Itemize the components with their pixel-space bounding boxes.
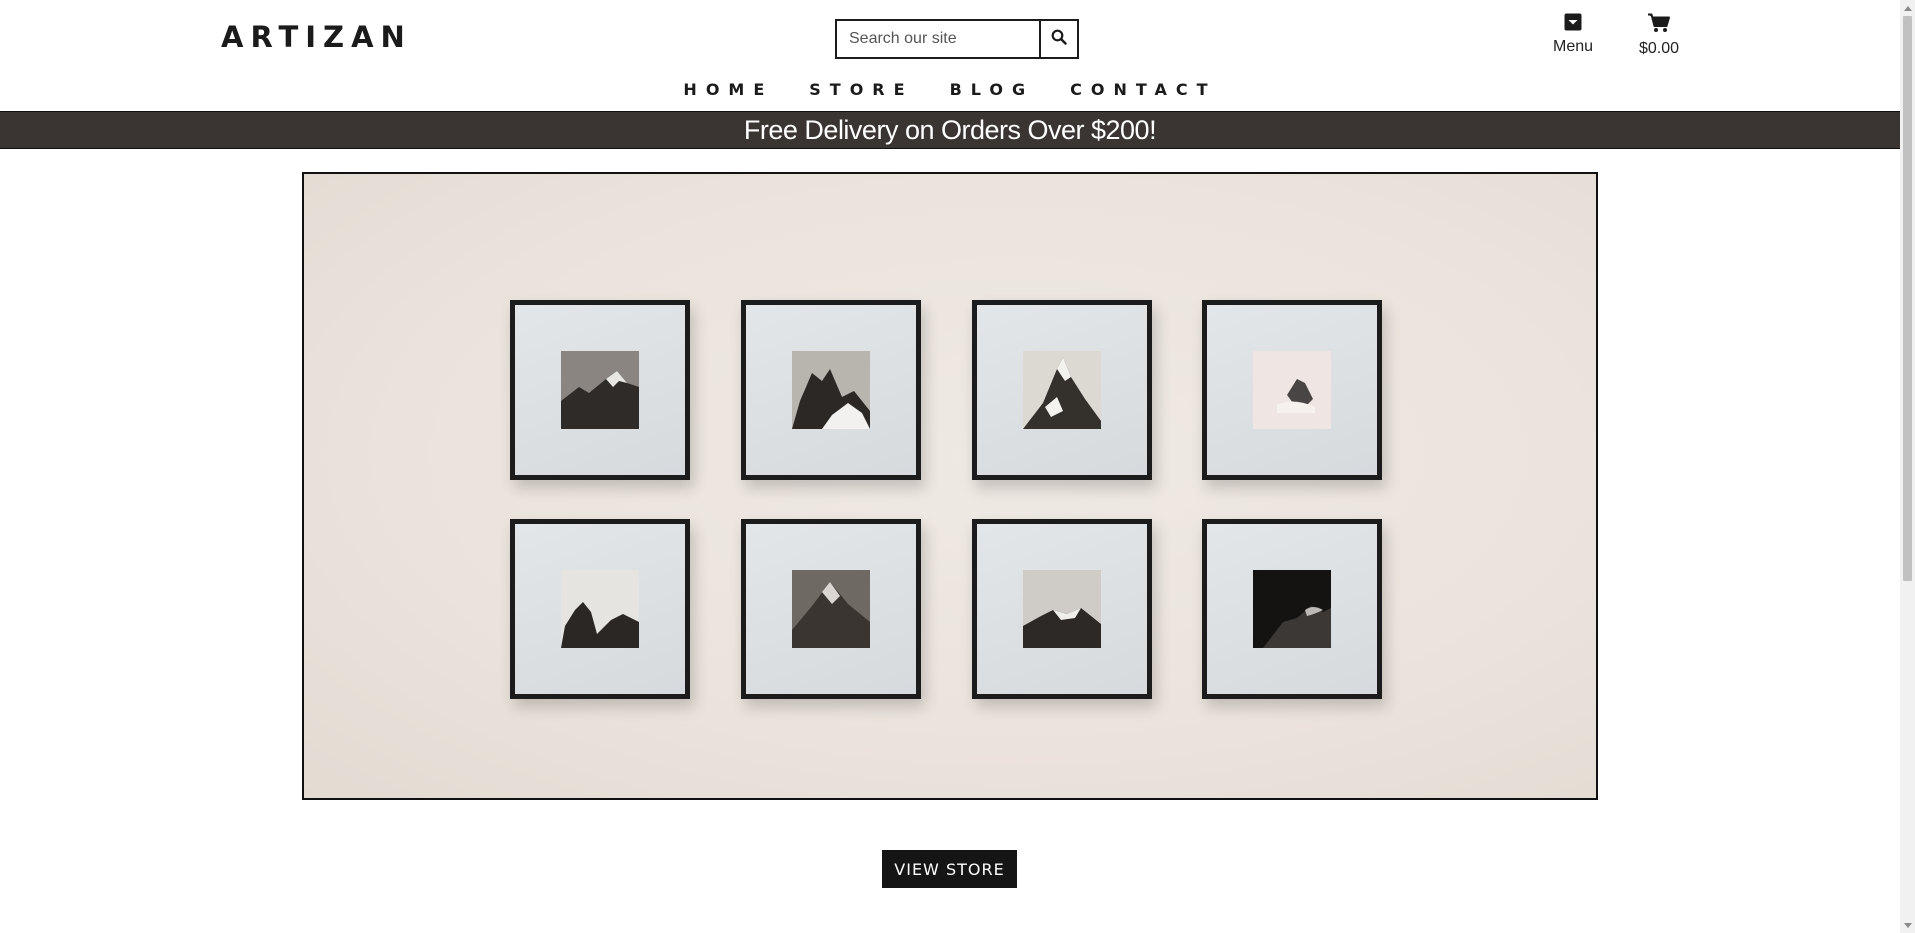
scroll-down-arrow-icon[interactable] <box>1900 918 1915 933</box>
mountain-photo <box>561 570 639 648</box>
mountain-photo <box>1253 351 1331 429</box>
framed-photo <box>1202 300 1382 480</box>
nav-home[interactable]: HOME <box>683 80 773 99</box>
mountain-photo <box>561 351 639 429</box>
nav-blog[interactable]: BLOG <box>950 80 1035 99</box>
cart-icon <box>1647 13 1671 37</box>
hero-image <box>302 172 1598 800</box>
framed-photo <box>972 300 1152 480</box>
promo-text: Free Delivery on Orders Over $200! <box>743 114 1157 145</box>
menu-button[interactable]: Menu <box>1546 13 1600 56</box>
framed-photo <box>972 519 1152 699</box>
search-input[interactable] <box>835 19 1039 59</box>
promo-banner: Free Delivery on Orders Over $200! <box>0 111 1900 149</box>
nav-contact[interactable]: CONTACT <box>1070 80 1216 99</box>
framed-photo <box>1202 519 1382 699</box>
mountain-photo <box>1023 351 1101 429</box>
framed-photo <box>510 519 690 699</box>
mountain-photo <box>792 570 870 648</box>
menu-label: Menu <box>1552 38 1594 55</box>
search-icon <box>1051 29 1067 50</box>
nav-store[interactable]: STORE <box>809 80 913 99</box>
framed-photo <box>510 300 690 480</box>
main-nav: HOME STORE BLOG CONTACT <box>0 80 1900 99</box>
page: ARTIZAN Menu <box>0 0 1900 933</box>
mountain-photo <box>1023 570 1101 648</box>
page-scrollbar[interactable] <box>1900 0 1915 933</box>
site-logo[interactable]: ARTIZAN <box>221 20 412 54</box>
view-store-button[interactable]: VIEW STORE <box>882 850 1017 888</box>
scroll-up-arrow-icon[interactable] <box>1900 0 1915 15</box>
scrollbar-thumb[interactable] <box>1903 16 1912 581</box>
search-form <box>835 19 1079 59</box>
framed-photo <box>741 519 921 699</box>
menu-icon <box>1564 13 1582 35</box>
cart-button[interactable]: $0.00 <box>1630 13 1688 58</box>
search-button[interactable] <box>1039 19 1079 59</box>
mountain-photo <box>792 351 870 429</box>
framed-photo <box>741 300 921 480</box>
mountain-photo <box>1253 570 1331 648</box>
cart-total: $0.00 <box>1638 40 1680 57</box>
